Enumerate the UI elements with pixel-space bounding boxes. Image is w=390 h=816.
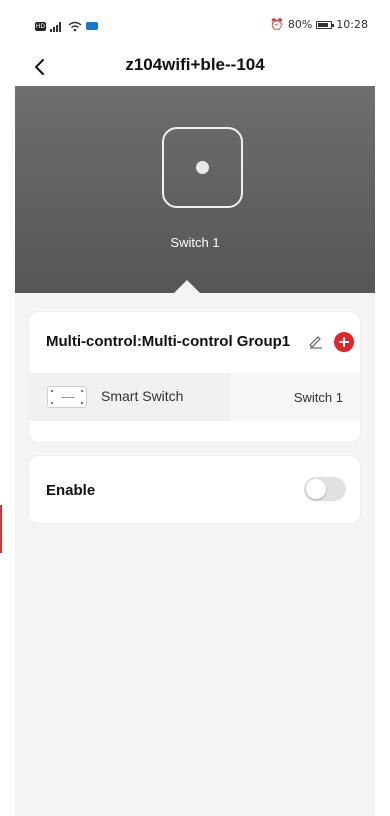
edit-group-button[interactable] [307, 332, 325, 350]
sim-icon [86, 22, 98, 30]
smart-switch-thumbnail [47, 386, 87, 408]
back-button[interactable] [24, 52, 54, 82]
content-area: Multi-control:Multi-control Group1 Smart… [15, 293, 375, 816]
wifi-icon [68, 21, 82, 31]
screen: HD ⏰ 80% 10:28 z104wifi+ble--104 Switch … [0, 0, 390, 816]
switch-indicator-dot [196, 161, 209, 174]
add-device-button[interactable] [334, 332, 354, 352]
group-title: Multi-control:Multi-control Group1 [46, 333, 291, 350]
battery-icon [316, 20, 335, 29]
enable-label: Enable [46, 482, 96, 499]
pencil-icon [309, 336, 322, 349]
edge-indicator [0, 505, 2, 553]
selection-pointer [174, 280, 200, 293]
status-right: ⏰ 80% 10:28 [270, 18, 368, 31]
enable-card: Enable [29, 456, 360, 523]
toggle-knob [306, 479, 326, 499]
multi-control-group-card: Multi-control:Multi-control Group1 Smart… [29, 312, 360, 442]
page-title: z104wifi+ble--104 [125, 55, 265, 74]
nav-bar: z104wifi+ble--104 [0, 50, 390, 86]
alarm-icon: ⏰ [270, 18, 284, 31]
switch-tile-button[interactable] [162, 127, 243, 208]
status-bar: HD ⏰ 80% 10:28 [0, 0, 390, 50]
device-name: Smart Switch [101, 388, 184, 404]
switch-label: Switch 1 [170, 235, 220, 250]
status-time: 10:28 [336, 18, 368, 31]
device-panel: Switch 1 [15, 86, 375, 293]
chevron-left-icon [35, 59, 44, 75]
hd-badge: HD [35, 21, 46, 31]
signal-icon [50, 21, 61, 32]
status-left: HD [35, 19, 98, 33]
battery-fill [318, 22, 328, 27]
device-switch-name: Switch 1 [293, 390, 343, 405]
battery-level: 80% [287, 18, 313, 31]
list-item[interactable]: Smart Switch Switch 1 [29, 373, 360, 421]
enable-toggle[interactable] [304, 477, 346, 501]
